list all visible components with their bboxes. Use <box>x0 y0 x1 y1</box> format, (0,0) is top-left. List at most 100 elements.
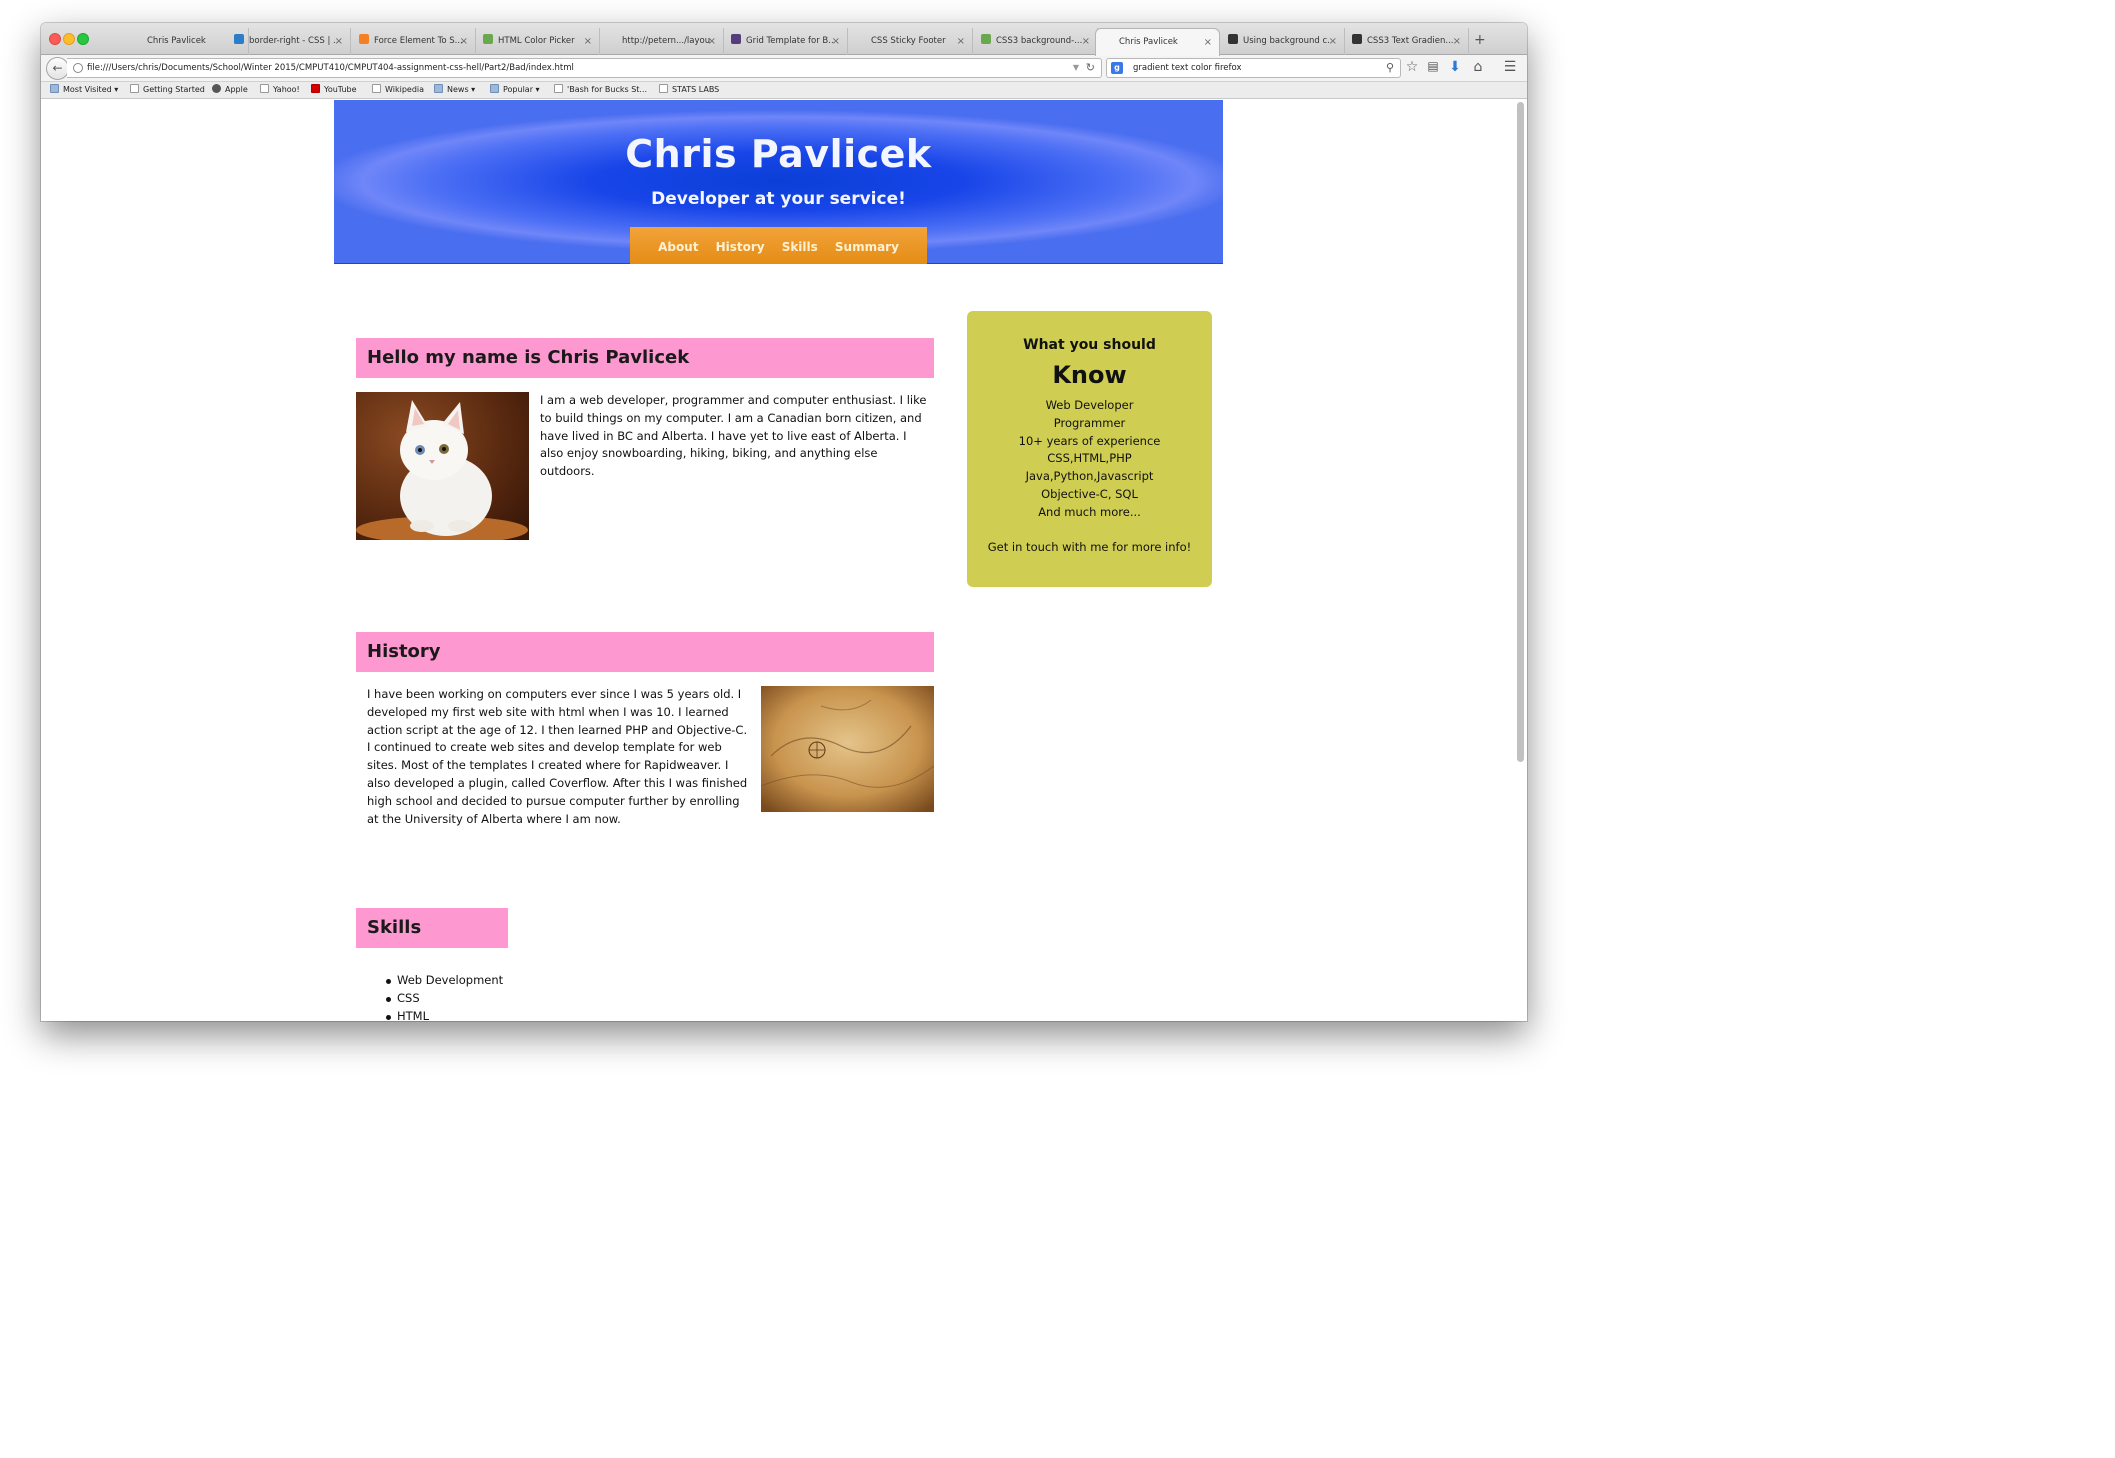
minimize-window-button[interactable] <box>63 33 75 45</box>
search-bar[interactable]: g gradient text color firefox ⚲ <box>1106 58 1401 78</box>
bookmark-item[interactable]: YouTube <box>311 83 357 97</box>
tab-close-icon[interactable]: × <box>1329 28 1337 55</box>
nav-link-summary[interactable]: Summary <box>835 240 899 254</box>
github-icon <box>1228 34 1238 44</box>
google-search-engine-icon[interactable]: g <box>1111 62 1123 74</box>
bookmark-label: YouTube <box>324 85 357 94</box>
bookmark-label: Yahoo! <box>273 85 300 94</box>
tab-6[interactable]: Grid Template for B... × <box>723 28 848 55</box>
summary-item: Objective-C, SQL <box>1041 486 1138 501</box>
page-icon <box>659 84 668 93</box>
search-input[interactable]: gradient text color firefox <box>1133 63 1241 73</box>
skills-heading: Skills <box>356 908 508 948</box>
tab-close-icon[interactable]: × <box>584 28 592 55</box>
site-header: Chris Pavlicek Developer at your service… <box>334 100 1223 264</box>
mdn-icon <box>234 34 244 44</box>
bookmark-item[interactable]: Wikipedia <box>372 83 424 97</box>
tab-close-icon[interactable]: × <box>1082 28 1090 55</box>
nav-link-history[interactable]: History <box>716 240 765 254</box>
tab-8[interactable]: CSS3 background-... × <box>973 28 1098 55</box>
skill-item: Web Development <box>386 972 934 990</box>
site-nav: About History Skills Summary <box>630 227 927 264</box>
url-bar[interactable]: file:///Users/chris/Documents/School/Win… <box>67 58 1102 78</box>
zoom-window-button[interactable] <box>77 33 89 45</box>
tab-close-icon[interactable]: × <box>1204 29 1212 56</box>
reading-list-icon[interactable]: ▤ <box>1424 59 1442 73</box>
kitten-image <box>356 392 529 540</box>
menu-icon[interactable]: ☰ <box>1501 59 1519 75</box>
search-icon[interactable]: ⚲ <box>1386 59 1394 77</box>
tab-11[interactable]: CSS3 Text Gradien... × <box>1344 28 1469 55</box>
tab-close-icon[interactable]: × <box>708 28 716 55</box>
bookmark-label: Popular ▾ <box>503 85 540 94</box>
tab-close-icon[interactable]: × <box>335 28 343 55</box>
site-subtitle: Developer at your service! <box>651 189 906 209</box>
tab-3[interactable]: Force Element To S... × <box>351 28 476 55</box>
bullet-icon <box>386 996 391 1002</box>
summary-big-heading: Know <box>1052 361 1127 389</box>
bookmark-item[interactable]: Apple <box>212 83 248 97</box>
nav-link-skills[interactable]: Skills <box>782 240 818 254</box>
bookmark-item[interactable]: Most Visited ▾ <box>50 83 118 97</box>
bookmark-item[interactable]: News ▾ <box>434 83 475 97</box>
bookmark-item[interactable]: Getting Started <box>130 83 205 97</box>
github-icon <box>1352 34 1362 44</box>
url-dropdown-icon[interactable]: ▼ <box>1073 59 1079 77</box>
new-tab-button[interactable]: + <box>1474 32 1486 48</box>
reload-icon[interactable]: ↻ <box>1086 59 1095 77</box>
tab-10[interactable]: Using background c... × <box>1220 28 1345 55</box>
tab-4[interactable]: HTML Color Picker × <box>475 28 600 55</box>
navigation-toolbar: ← file:///Users/chris/Documents/School/W… <box>41 55 1527 82</box>
bookmark-item[interactable]: STATS LABS <box>659 83 719 97</box>
tab-label: HTML Color Picker <box>498 36 575 46</box>
downloads-icon[interactable]: ⬇ <box>1446 59 1464 75</box>
bookmark-label: Wikipedia <box>385 85 425 94</box>
bookmark-label: STATS LABS <box>672 85 720 94</box>
blank-page-icon <box>132 34 142 44</box>
tab-label: Chris Pavlicek <box>147 36 206 46</box>
tab-close-icon[interactable]: × <box>1453 28 1461 55</box>
bookmark-item[interactable]: 'Bash for Bucks St... <box>554 83 647 97</box>
about-section: I am a web developer, programmer and com… <box>356 392 934 596</box>
page-icon <box>260 84 269 93</box>
tab-7[interactable]: CSS Sticky Footer × <box>848 28 973 55</box>
history-section: I have been working on computers ever si… <box>356 686 934 858</box>
site-title: Chris Pavlicek <box>625 132 932 176</box>
stackoverflow-icon <box>359 34 369 44</box>
tab-close-icon[interactable]: × <box>832 28 840 55</box>
youtube-icon <box>311 84 320 93</box>
bookmark-star-icon[interactable]: ☆ <box>1403 59 1421 75</box>
bookmark-label: 'Bash for Bucks St... <box>567 85 648 94</box>
bookmark-label: Most Visited ▾ <box>63 85 119 94</box>
close-window-button[interactable] <box>49 33 61 45</box>
skill-label: HTML <box>397 1008 430 1021</box>
contact-text: Get in touch with me for more info! <box>987 539 1192 554</box>
vertical-scrollbar[interactable] <box>1517 102 1524 762</box>
bookmark-label: News ▾ <box>447 85 476 94</box>
about-heading: Hello my name is Chris Pavlicek <box>356 338 934 378</box>
folder-icon <box>434 84 443 93</box>
bookmark-label: Apple <box>225 85 248 94</box>
summary-item: Java,Python,Javascript <box>1025 469 1154 484</box>
summary-item: Programmer <box>1053 415 1126 430</box>
tab-9[interactable]: Chris Pavlicek × <box>1095 28 1220 56</box>
tab-close-icon[interactable]: × <box>460 28 468 55</box>
tab-label: Force Element To S... <box>374 36 462 46</box>
summary-item: Web Developer <box>1045 398 1134 412</box>
skill-label: CSS <box>397 990 420 1005</box>
bookmark-item[interactable]: Yahoo! <box>260 83 300 97</box>
summary-box: What you should Know Web Developer Progra… <box>967 311 1212 587</box>
blank-page-icon <box>607 34 617 44</box>
w3schools-icon <box>981 34 991 44</box>
skill-item: HTML <box>386 1008 934 1021</box>
tab-5[interactable]: http://petern.../layout1.css× <box>599 28 724 55</box>
bullet-icon <box>386 1014 391 1020</box>
tab-label: Grid Template for B... <box>746 36 834 46</box>
nav-link-about[interactable]: About <box>658 240 698 254</box>
tab-close-icon[interactable]: × <box>957 28 965 55</box>
tab-2[interactable]: border-right - CSS | ... × <box>226 28 351 55</box>
bookmark-item[interactable]: Popular ▾ <box>490 83 540 97</box>
home-icon[interactable]: ⌂ <box>1469 59 1487 75</box>
url-text: file:///Users/chris/Documents/School/Win… <box>87 63 574 73</box>
back-button[interactable]: ← <box>46 57 69 80</box>
